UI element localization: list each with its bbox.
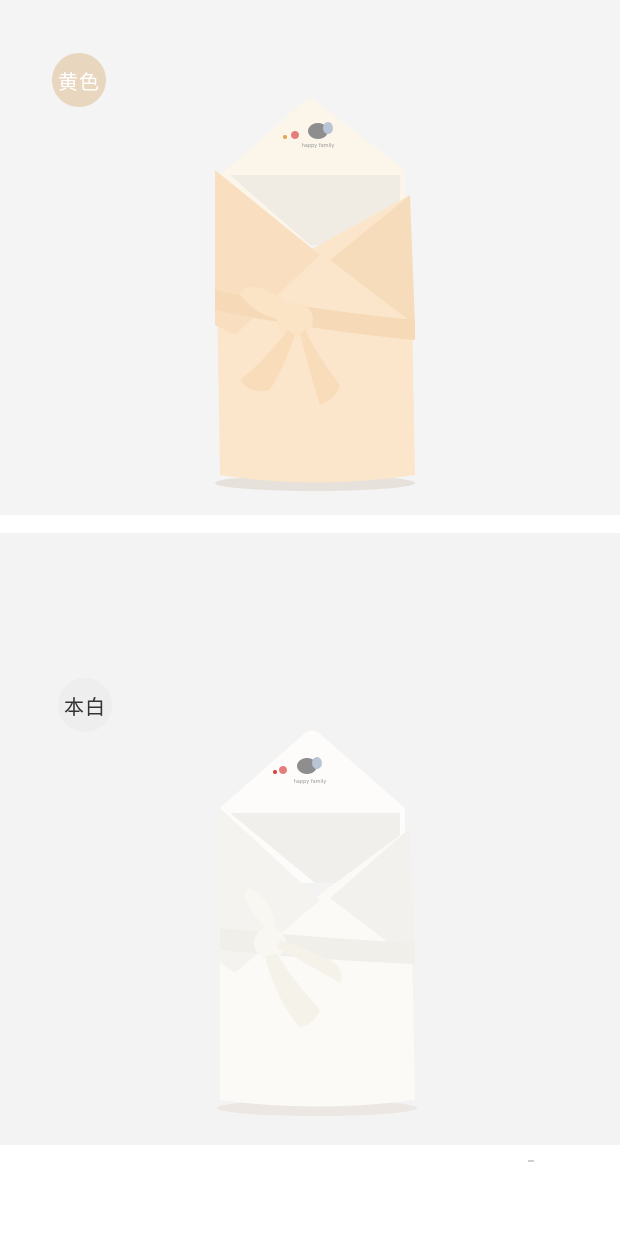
swaddle-blanket-yellow-image: happy family <box>215 98 415 491</box>
color-swatch-white[interactable]: 本白 <box>58 678 112 732</box>
variant-panel-yellow: 黄色 happy family <box>0 0 620 515</box>
embroidery-text: happy family <box>294 779 327 785</box>
variant-panel-white: 本白 happy family <box>0 533 620 1145</box>
color-swatch-yellow[interactable]: 黄色 <box>52 53 106 107</box>
swaddle-blanket-white-image: happy family <box>217 730 417 1116</box>
embroidery-text: happy family <box>302 143 335 149</box>
variant-label: 本白 <box>64 694 106 719</box>
variant-label: 黄色 <box>58 69 100 94</box>
divider-mark <box>528 1160 534 1162</box>
